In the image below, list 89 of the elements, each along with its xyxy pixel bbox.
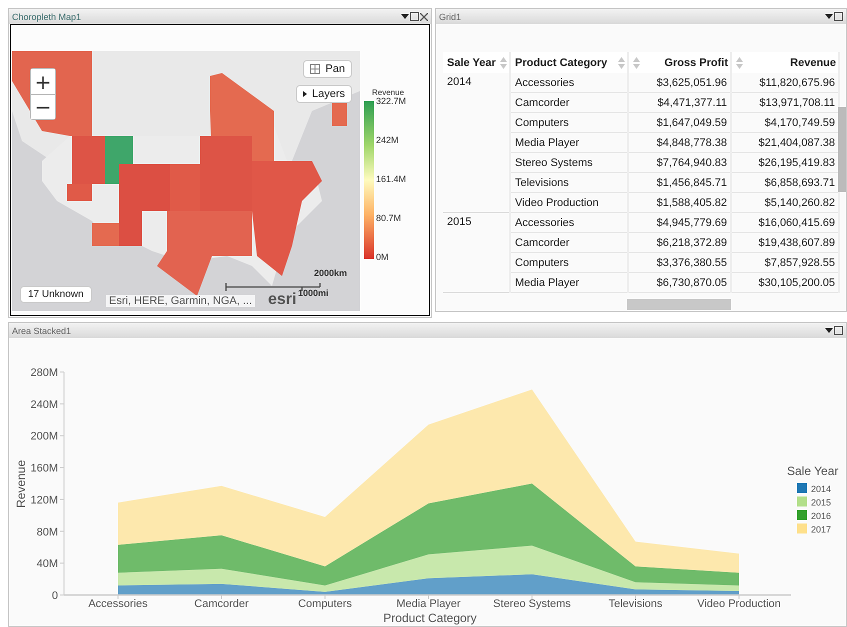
scale-label: 1000mi bbox=[298, 288, 329, 298]
table-cell: Media Player bbox=[510, 272, 628, 292]
table-cell: $3,625,051.96 bbox=[628, 73, 731, 92]
zoom-out-button[interactable]: − bbox=[31, 94, 55, 119]
y-tick-label: 0 bbox=[52, 590, 58, 602]
x-tick-label: Accessories bbox=[88, 598, 148, 610]
panel-title: Area Stacked1 bbox=[12, 326, 72, 336]
table-cell: $1,588,405.82 bbox=[628, 192, 731, 212]
scrollbar-thumb[interactable] bbox=[838, 107, 846, 192]
table-cell: $1,647,049.59 bbox=[628, 112, 731, 132]
table-cell: $4,848,778.38 bbox=[628, 132, 731, 152]
pan-button[interactable]: Pan bbox=[303, 60, 352, 78]
table-cell: $4,471,377.11 bbox=[628, 92, 731, 112]
legend-label: 161.4M bbox=[376, 174, 406, 184]
table-cell: 2014 bbox=[443, 73, 510, 212]
maximize-icon[interactable] bbox=[834, 12, 843, 21]
legend-title: Sale Year bbox=[787, 464, 838, 478]
legend-label: 2017 bbox=[811, 524, 832, 534]
table-cell: Accessories bbox=[510, 73, 628, 92]
table-cell: Accessories bbox=[510, 212, 628, 232]
table-cell: Computers bbox=[510, 112, 628, 132]
close-icon[interactable] bbox=[420, 12, 428, 20]
legend-label: 322.7M bbox=[376, 96, 406, 106]
table-cell: $7,764,940.83 bbox=[628, 152, 731, 172]
table-cell: Computers bbox=[510, 252, 628, 272]
sort-icon bbox=[633, 56, 640, 70]
y-tick-label: 280M bbox=[30, 367, 58, 379]
legend-label: 80.7M bbox=[376, 213, 402, 223]
legend-label: 2016 bbox=[811, 511, 832, 521]
y-tick-label: 40M bbox=[36, 558, 58, 570]
column-header[interactable]: Product Category bbox=[510, 52, 628, 73]
table-cell: Stereo Systems bbox=[510, 152, 628, 172]
dropdown-icon[interactable] bbox=[825, 328, 833, 334]
logo-text: esri bbox=[268, 291, 296, 309]
column-header[interactable]: Sale Year bbox=[443, 52, 510, 73]
y-tick-label: 240M bbox=[30, 398, 58, 411]
x-axis-title: Product Category bbox=[383, 611, 477, 625]
dropdown-icon[interactable] bbox=[401, 14, 409, 20]
table-cell: $7,857,928.55 bbox=[731, 252, 839, 272]
table-cell: $6,730,870.05 bbox=[628, 272, 731, 292]
unknown-button[interactable]: 17 Unknown bbox=[20, 286, 92, 303]
table-cell: $30,105,200.05 bbox=[731, 272, 839, 292]
legend-label: 2014 bbox=[811, 484, 832, 494]
legend-label: 0M bbox=[376, 252, 390, 262]
table-cell: Televisions bbox=[510, 172, 628, 192]
table-cell: $1,456,845.71 bbox=[628, 172, 731, 192]
table-cell: Media Player bbox=[510, 132, 628, 152]
table-cell: $3,376,380.55 bbox=[628, 252, 731, 272]
table-cell: Video Production bbox=[510, 192, 628, 212]
legend-title: Revenue bbox=[372, 88, 406, 97]
attribution-text: Esri, HERE, Garmin, NGA, ... bbox=[106, 295, 256, 307]
y-tick-label: 80M bbox=[36, 526, 58, 538]
maximize-icon[interactable] bbox=[410, 12, 419, 21]
x-tick-label: Camcorder bbox=[194, 598, 249, 610]
x-tick-label: Stereo Systems bbox=[493, 598, 571, 610]
maximize-icon[interactable] bbox=[834, 326, 843, 335]
panel-title: Grid1 bbox=[439, 12, 462, 22]
table-cell: $11,820,675.96 bbox=[731, 73, 839, 92]
y-axis-title: Revenue bbox=[14, 460, 28, 508]
table-cell: 2015 bbox=[443, 212, 510, 292]
scrollbar-thumb[interactable] bbox=[627, 299, 731, 310]
x-tick-label: Computers bbox=[298, 598, 352, 610]
y-tick-label: 120M bbox=[30, 494, 58, 506]
table-cell: $19,438,607.89 bbox=[731, 232, 839, 252]
legend-label: 2015 bbox=[811, 498, 832, 508]
scale-label: 2000km bbox=[314, 268, 348, 278]
table-cell: $16,060,415.69 bbox=[731, 212, 839, 232]
dropdown-icon[interactable] bbox=[825, 14, 833, 20]
y-tick-label: 200M bbox=[30, 430, 58, 443]
column-header[interactable]: Gross Profit bbox=[628, 52, 731, 73]
layers-button[interactable]: Layers bbox=[296, 85, 352, 103]
x-tick-label: Video Production bbox=[697, 598, 781, 610]
table-cell: $6,218,372.89 bbox=[628, 232, 731, 252]
y-tick-label: 160M bbox=[30, 462, 58, 475]
table-cell: Camcorder bbox=[510, 232, 628, 252]
pan-icon bbox=[310, 64, 320, 74]
panel-title: Choropleth Map1 bbox=[12, 12, 82, 22]
sort-icon bbox=[618, 56, 625, 70]
x-tick-label: Media Player bbox=[396, 598, 461, 610]
x-tick-label: Televisions bbox=[608, 598, 662, 610]
table-cell: $4,945,779.69 bbox=[628, 212, 731, 232]
table-cell: Camcorder bbox=[510, 92, 628, 112]
legend-label: 242M bbox=[376, 135, 400, 145]
column-header[interactable]: Revenue bbox=[731, 52, 839, 73]
table-cell: $5,140,260.82 bbox=[731, 192, 839, 212]
scale-bar-icon bbox=[225, 283, 321, 291]
sort-icon bbox=[736, 56, 743, 70]
caret-icon bbox=[302, 91, 307, 97]
sort-icon bbox=[500, 56, 507, 70]
